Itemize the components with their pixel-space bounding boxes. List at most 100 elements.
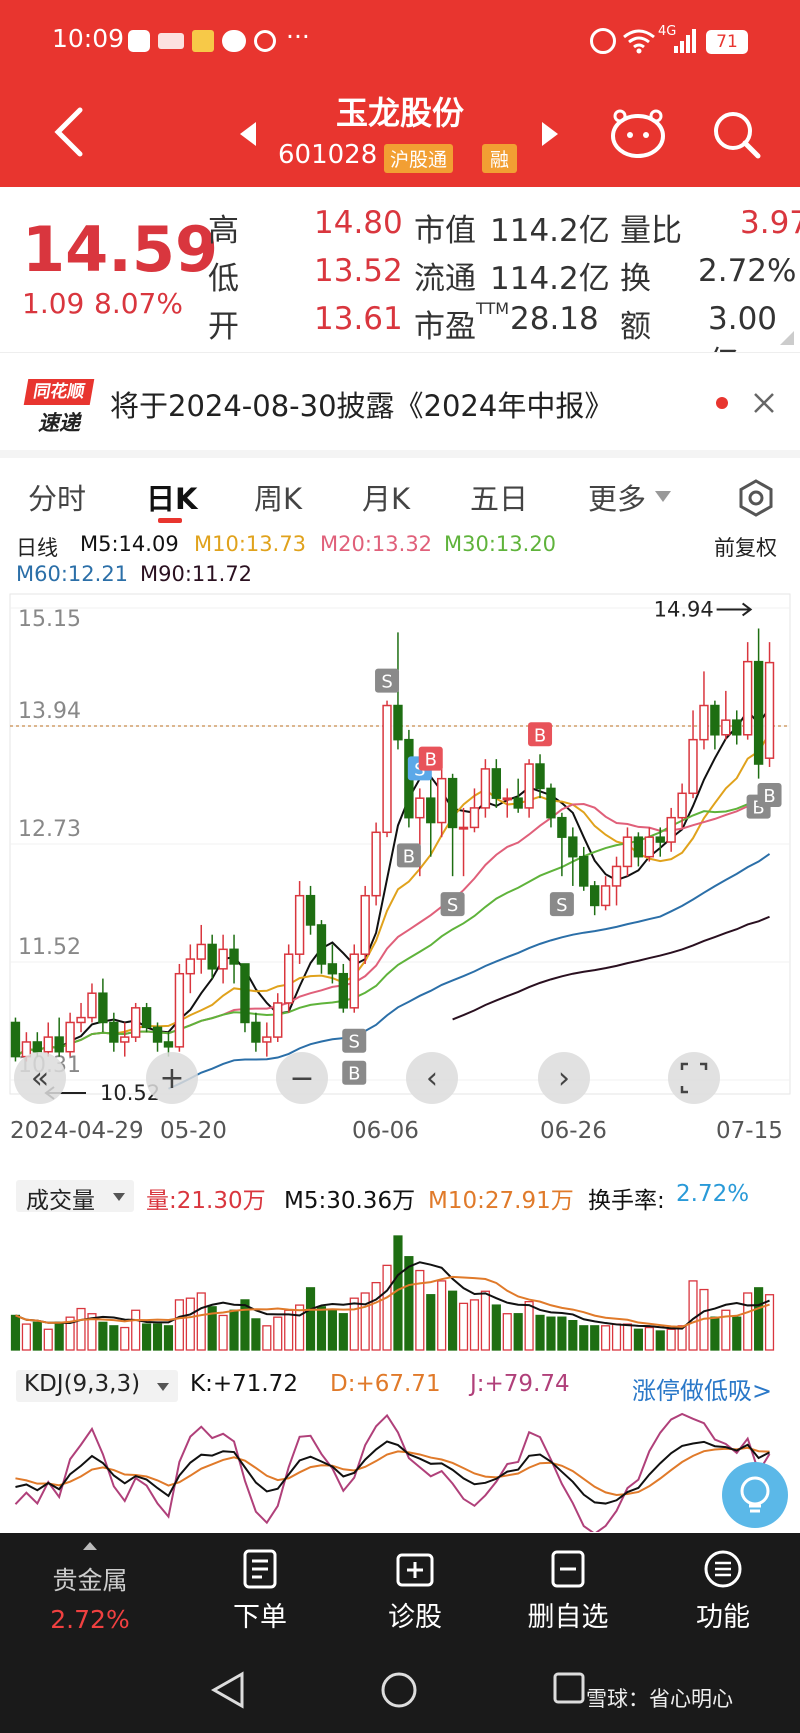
expand-corner-icon[interactable]: [778, 329, 796, 347]
trade-marker-label: S: [381, 672, 392, 693]
volume-bar: [688, 1280, 698, 1351]
close-icon[interactable]: [752, 391, 776, 415]
ma20-value: M20:13.32: [320, 532, 433, 556]
limit-up-link[interactable]: 涨停做低吸>: [632, 1371, 772, 1406]
candle-body: [742, 660, 753, 736]
candle-body: [557, 816, 567, 838]
remove-watchlist-icon: [551, 1550, 585, 1588]
diagnose-button[interactable]: 诊股: [355, 1533, 475, 1647]
pe-ttm-superscript: TTM: [476, 299, 510, 318]
candle-body: [568, 836, 578, 858]
candle-body: [207, 943, 217, 970]
assistant-bulb-button[interactable]: [722, 1462, 788, 1528]
tab-intraday[interactable]: 分时: [28, 476, 86, 518]
volume-bar: [338, 1313, 348, 1351]
kline-chart[interactable]: 15.1513.9412.7311.5210.31SSBBSBSSBBB14.9…: [0, 590, 800, 1150]
candle-body: [546, 787, 556, 819]
price-change: 1.09: [22, 287, 85, 320]
trade-marker-label: S: [447, 895, 458, 916]
battery-icon: 71: [706, 30, 748, 54]
remove-watchlist-button[interactable]: 删自选: [508, 1533, 628, 1647]
tab-weekly-k[interactable]: 周K: [254, 476, 302, 518]
candle-body: [589, 885, 600, 907]
candle-body: [502, 797, 512, 801]
next-stock-icon[interactable]: [540, 120, 560, 148]
candle-body: [109, 1021, 119, 1043]
candle-body: [622, 836, 633, 868]
search-icon[interactable]: [712, 110, 762, 160]
volume-bar: [732, 1316, 742, 1351]
volume-bar: [448, 1290, 458, 1351]
tab-monthly-k[interactable]: 月K: [362, 476, 410, 518]
order-button[interactable]: 下单: [200, 1533, 320, 1647]
volume-bar: [360, 1292, 370, 1351]
candle-body: [316, 924, 327, 965]
candle-body: [283, 953, 294, 1004]
system-home-icon[interactable]: [380, 1671, 418, 1709]
system-recents-icon[interactable]: [552, 1671, 586, 1705]
chevron-up-icon: [83, 1542, 97, 1550]
kdj-lines: [14, 1412, 771, 1532]
volume-bar: [404, 1256, 414, 1351]
volume-bar: [273, 1316, 283, 1351]
candle-body: [382, 704, 392, 834]
ma30-value: M30:13.20: [444, 532, 557, 556]
candle-body: [710, 704, 720, 736]
y-tick-label: 11.52: [18, 935, 81, 960]
ma60-line: [168, 853, 771, 1090]
volume-bar: [305, 1287, 316, 1351]
settings-icon[interactable]: [736, 478, 776, 518]
volume-bar: [327, 1309, 337, 1351]
tag-margin: 融: [482, 144, 518, 173]
trade-marker-label: B: [763, 786, 775, 807]
watermark-text: 雪球：省心明心: [586, 1687, 733, 1711]
kdj-j-line: [14, 1412, 771, 1532]
back-icon[interactable]: [52, 106, 86, 158]
tab-more[interactable]: 更多: [588, 476, 646, 518]
max-price-arrow: [716, 602, 753, 617]
price-change-pct: 8.07%: [94, 287, 183, 320]
volratio-value: 3.97: [740, 205, 800, 241]
precious-metal-index[interactable]: 贵金属 2.72%: [30, 1533, 150, 1647]
volume-bar: [349, 1297, 359, 1351]
prev-stock-icon[interactable]: [238, 120, 258, 148]
volume-value: 量:21.30万: [146, 1188, 266, 1214]
ma90-value: M90:11.72: [140, 562, 253, 586]
candle-body: [579, 855, 589, 887]
candle-body: [644, 836, 655, 858]
notice-banner[interactable]: 同花顺 速递 将于2024-08-30披露《2024年中报》: [0, 352, 800, 450]
volume-bar: [535, 1314, 545, 1351]
volume-bar: [196, 1292, 206, 1351]
zoom-in-button-glyph: +: [159, 1061, 184, 1096]
rewind-button-glyph: «: [31, 1061, 49, 1096]
system-back-icon[interactable]: [210, 1671, 246, 1709]
community-icon[interactable]: [610, 108, 666, 158]
volume-m10: M10:27.91万: [428, 1188, 574, 1214]
function-button[interactable]: 功能: [663, 1533, 783, 1647]
volume-bar: [458, 1302, 469, 1351]
order-icon: [243, 1549, 277, 1589]
volume-bar: [295, 1304, 305, 1351]
lightbulb-icon: [740, 1476, 770, 1513]
volume-bars: [10, 1235, 775, 1351]
candle-body: [338, 972, 349, 1009]
candle-body: [327, 963, 338, 975]
candle-body: [251, 1021, 261, 1043]
tab-daily-k[interactable]: 日K: [146, 476, 197, 518]
ma20-line: [14, 796, 771, 1058]
app-notification-icon: [254, 30, 276, 52]
tab-five-day[interactable]: 五日: [470, 476, 528, 518]
volume-bar: [218, 1314, 228, 1351]
volume-bar: [371, 1281, 381, 1351]
moving-average-legend: 日线 M5:14.09 M10:13.73 M20:13.32 M30:13.2…: [0, 522, 800, 592]
float-label: 流通: [414, 261, 476, 297]
kline-canvas[interactable]: 15.1513.9412.7311.5210.31SSBBSBSSBBB14.9…: [0, 590, 800, 1150]
candle-body: [469, 807, 480, 829]
candle-body: [480, 768, 491, 809]
volume-bar: [513, 1313, 523, 1351]
candle-body: [305, 894, 316, 926]
adjust-mode[interactable]: 前复权: [714, 532, 777, 562]
volume-bar: [655, 1330, 665, 1351]
volume-bar: [32, 1321, 42, 1351]
screenshot-button[interactable]: [668, 1052, 720, 1104]
